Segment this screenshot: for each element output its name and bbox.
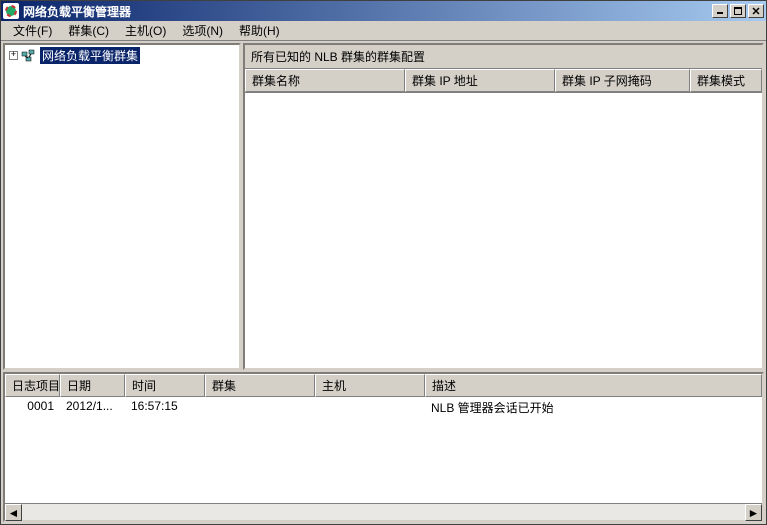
app-window: 网络负载平衡管理器 文件(F) 群集(C) 主机(O) 选项(N) 帮助(H) …: [0, 0, 767, 525]
logcol-item[interactable]: 日志项目: [5, 374, 60, 397]
col-cluster-mask[interactable]: 群集 IP 子网掩码: [555, 69, 690, 92]
chevron-right-icon: ►: [748, 506, 760, 520]
app-icon: [3, 3, 19, 19]
log-row[interactable]: 00012012/1...16:57:15 NLB 管理器会话已开始: [5, 397, 762, 418]
log-h-scrollbar[interactable]: ◄ ►: [5, 503, 762, 520]
logcol-cluster[interactable]: 群集: [205, 374, 315, 397]
log-cell-item: 0001: [5, 399, 60, 416]
detail-caption: 所有已知的 NLB 群集的群集配置: [245, 45, 762, 69]
col-cluster-name[interactable]: 群集名称: [245, 69, 405, 92]
detail-pane: 所有已知的 NLB 群集的群集配置 群集名称 群集 IP 地址 群集 IP 子网…: [243, 43, 764, 370]
logcol-host[interactable]: 主机: [315, 374, 425, 397]
scroll-track[interactable]: [22, 504, 745, 520]
logcol-time[interactable]: 时间: [125, 374, 205, 397]
titlebar: 网络负载平衡管理器: [1, 1, 766, 21]
menu-cluster[interactable]: 群集(C): [60, 20, 117, 41]
menubar: 文件(F) 群集(C) 主机(O) 选项(N) 帮助(H): [1, 21, 766, 41]
chevron-left-icon: ◄: [8, 506, 20, 520]
log-cell-desc: NLB 管理器会话已开始: [425, 399, 725, 416]
log-cell-cluster: [205, 399, 315, 416]
tree-expander-icon[interactable]: +: [9, 51, 18, 60]
cluster-group-icon: [21, 49, 37, 63]
menu-help[interactable]: 帮助(H): [231, 20, 288, 41]
main-area: + 网络负载平衡群集 所有已知的 NLB 群集的群集配置 群集名称 群: [1, 41, 766, 372]
minimize-button[interactable]: [712, 4, 728, 18]
tree-pane: + 网络负载平衡群集: [3, 43, 241, 370]
col-cluster-ip[interactable]: 群集 IP 地址: [405, 69, 555, 92]
log-cell-host: [315, 399, 425, 416]
close-button[interactable]: [748, 4, 764, 18]
menu-host[interactable]: 主机(O): [117, 20, 174, 41]
scroll-right-button[interactable]: ►: [745, 504, 762, 521]
log-columns: 日志项目 日期 时间 群集 主机 描述: [5, 374, 762, 397]
log-body: 00012012/1...16:57:15 NLB 管理器会话已开始: [5, 397, 762, 503]
log-pane: 日志项目 日期 时间 群集 主机 描述 00012012/1...16:57:1…: [3, 372, 764, 522]
window-title: 网络负载平衡管理器: [23, 3, 712, 20]
detail-body: [245, 93, 762, 368]
tree-root-label[interactable]: 网络负载平衡群集: [40, 47, 140, 64]
log-cell-date: 2012/1...: [60, 399, 125, 416]
logcol-date[interactable]: 日期: [60, 374, 125, 397]
menu-options[interactable]: 选项(N): [174, 20, 231, 41]
tree-root-item[interactable]: + 网络负载平衡群集: [5, 45, 239, 66]
window-controls: [712, 4, 764, 18]
menu-file[interactable]: 文件(F): [5, 20, 60, 41]
maximize-button[interactable]: [730, 4, 746, 18]
log-cell-time: 16:57:15: [125, 399, 205, 416]
col-cluster-mode[interactable]: 群集模式: [690, 69, 762, 92]
scroll-left-button[interactable]: ◄: [5, 504, 22, 521]
detail-columns: 群集名称 群集 IP 地址 群集 IP 子网掩码 群集模式: [245, 69, 762, 93]
logcol-desc[interactable]: 描述: [425, 374, 762, 397]
